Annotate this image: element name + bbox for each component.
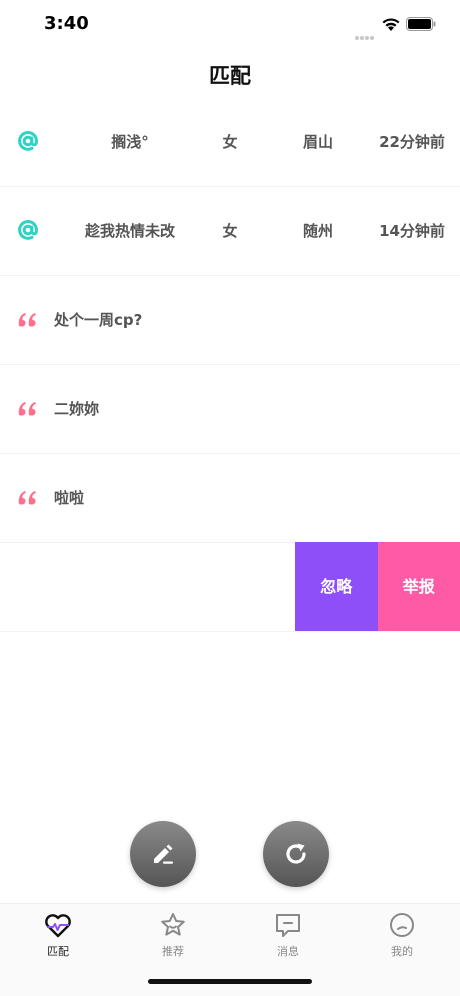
match-row[interactable]: 搁浅° 女 眉山 22分钟前 bbox=[0, 98, 460, 187]
wifi-icon bbox=[382, 18, 400, 31]
signal-dots-icon bbox=[355, 25, 377, 40]
refresh-button[interactable] bbox=[263, 821, 329, 887]
at-icon bbox=[18, 131, 38, 151]
quote-icon bbox=[18, 491, 36, 505]
at-icon bbox=[18, 220, 38, 240]
user-gender: 女 bbox=[222, 133, 238, 151]
message-row[interactable]: 啦啦 bbox=[0, 454, 460, 543]
battery-icon bbox=[406, 17, 436, 31]
match-time: 22分钟前 bbox=[379, 133, 445, 151]
tab-match[interactable]: 匹配 bbox=[18, 910, 98, 959]
user-name: 趁我热情未改 bbox=[84, 222, 175, 240]
tab-label: 匹配 bbox=[47, 945, 69, 958]
message-text: 处个一周cp? bbox=[54, 311, 143, 329]
home-indicator bbox=[148, 979, 312, 984]
star-icon bbox=[161, 913, 185, 936]
message-row[interactable]: 二妳妳 bbox=[0, 365, 460, 454]
user-gender: 女 bbox=[222, 222, 238, 240]
user-city: 随州 bbox=[302, 222, 333, 240]
message-text: 二妳妳 bbox=[54, 400, 100, 418]
swipe-actions: 忽略 举报 bbox=[295, 542, 460, 631]
page-title: 匹配 bbox=[209, 64, 251, 88]
edit-button[interactable] bbox=[130, 821, 196, 887]
tab-label: 推荐 bbox=[162, 945, 184, 958]
match-time: 14分钟前 bbox=[379, 222, 445, 240]
refresh-icon bbox=[286, 843, 306, 864]
status-time: 3:40 bbox=[44, 13, 89, 34]
tab-messages[interactable]: 消息 bbox=[248, 910, 328, 959]
user-city: 眉山 bbox=[302, 133, 333, 151]
heart-icon bbox=[45, 914, 71, 938]
tab-recommend[interactable]: 推荐 bbox=[133, 910, 213, 959]
report-button[interactable]: 举报 bbox=[377, 542, 460, 631]
status-bar: 3:40 bbox=[0, 0, 460, 50]
user-name: 搁浅° bbox=[111, 133, 149, 151]
tab-label: 我的 bbox=[391, 945, 413, 958]
quote-icon bbox=[18, 313, 36, 327]
message-icon bbox=[276, 914, 300, 937]
message-row[interactable]: 处个一周cp? bbox=[0, 276, 460, 365]
profile-icon bbox=[390, 913, 414, 937]
message-text: 啦啦 bbox=[54, 489, 85, 507]
quote-icon bbox=[18, 402, 36, 416]
ignore-button[interactable]: 忽略 bbox=[295, 542, 378, 631]
tab-label: 消息 bbox=[277, 945, 299, 958]
match-row[interactable]: 趁我热情未改 女 随州 14分钟前 bbox=[0, 187, 460, 276]
tab-profile[interactable]: 我的 bbox=[362, 910, 442, 959]
pencil-icon bbox=[154, 844, 173, 864]
